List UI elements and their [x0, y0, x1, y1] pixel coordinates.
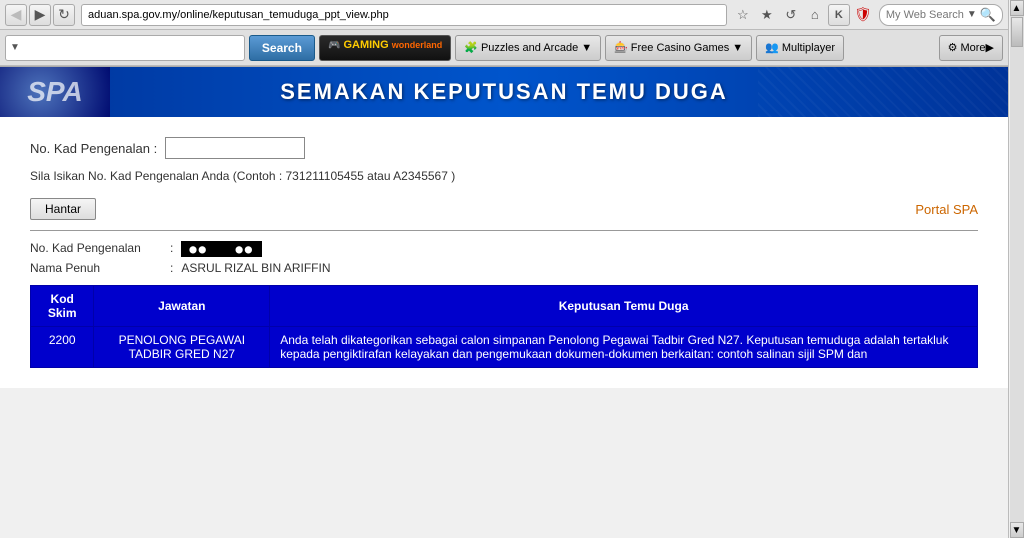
search-go-icon[interactable]: 🔍	[980, 7, 996, 23]
ic-form-row: No. Kad Pengenalan :	[30, 137, 978, 159]
gaming-wonderland-button[interactable]: 🎮 GAMING wonderland	[319, 35, 451, 61]
result-ic-label: No. Kad Pengenalan	[30, 241, 170, 257]
scroll-down-button[interactable]: ▼	[1010, 522, 1024, 538]
result-ic-colon: :	[170, 241, 173, 257]
multiplayer-icon: 👥	[765, 41, 779, 54]
spa-logo: SPA	[0, 67, 110, 117]
gaming-icon: 🎮	[328, 40, 340, 51]
portal-spa-link[interactable]: Portal SPA	[915, 202, 978, 217]
gaming-sub-label: wonderland	[392, 40, 443, 50]
casino-label: Free Casino Games	[631, 42, 729, 54]
bookmark-filled-icon: ★	[756, 4, 778, 26]
result-name-value: ASRUL RIZAL BIN ARIFFIN	[181, 261, 330, 275]
more-button[interactable]: ⚙ More▶	[939, 35, 1003, 61]
form-actions: Hantar Portal SPA	[30, 198, 978, 220]
table-header-kod-skim: Kod Skim	[31, 286, 94, 327]
page-title: SEMAKAN KEPUTUSAN TEMU DUGA	[280, 79, 728, 105]
table-header-keputusan: Keputusan Temu Duga	[270, 286, 978, 327]
main-content: No. Kad Pengenalan : Sila Isikan No. Kad…	[0, 117, 1008, 388]
antivirus-icon[interactable]: 🛡	[852, 4, 874, 26]
scroll-thumb[interactable]	[1011, 17, 1023, 47]
address-bar[interactable]	[81, 4, 727, 26]
search-button[interactable]: Search	[249, 35, 315, 61]
multiplayer-button[interactable]: 👥 Multiplayer	[756, 35, 844, 61]
more-label: More▶	[960, 41, 994, 54]
search-input[interactable]	[20, 41, 240, 55]
scroll-track	[1010, 16, 1024, 522]
puzzles-label: Puzzles and Arcade	[481, 42, 578, 54]
ic-label: No. Kad Pengenalan :	[30, 141, 157, 156]
bookmark-icon[interactable]: ☆	[732, 4, 754, 26]
result-section: No. Kad Pengenalan : ●● ●● Nama Penuh : …	[30, 241, 978, 275]
result-name-row: Nama Penuh : ASRUL RIZAL BIN ARIFFIN	[30, 261, 978, 275]
forward-button[interactable]: ▶	[29, 4, 51, 26]
scroll-up-button[interactable]: ▲	[1010, 0, 1024, 16]
scrollbar: ▲ ▼	[1008, 0, 1024, 538]
search-dropdown-icon[interactable]: ▼	[967, 9, 977, 20]
table-cell-keputusan: Anda telah dikategorikan sebagai calon s…	[270, 327, 978, 368]
table-row: 2200 PENOLONG PEGAWAI TADBIR GRED N27 An…	[31, 327, 978, 368]
home-icon[interactable]: ⌂	[804, 4, 826, 26]
casino-arrow-icon: ▼	[732, 42, 743, 54]
back-button[interactable]: ◀	[5, 4, 27, 26]
results-table: Kod Skim Jawatan Keputusan Temu Duga 220…	[30, 285, 978, 368]
hint-text: Sila Isikan No. Kad Pengenalan Anda (Con…	[30, 169, 978, 183]
result-ic-row: No. Kad Pengenalan : ●● ●●	[30, 241, 978, 257]
table-header-jawatan: Jawatan	[94, 286, 270, 327]
gear-icon: ⚙	[948, 41, 958, 54]
result-ic-value: ●● ●●	[181, 241, 262, 257]
free-casino-games-button[interactable]: 🎰 Free Casino Games ▼	[605, 35, 752, 61]
web-search-label: My Web Search	[886, 9, 964, 21]
search-dropdown-btn[interactable]: ▼	[10, 42, 20, 53]
result-name-label: Nama Penuh	[30, 261, 170, 275]
ic-input[interactable]	[165, 137, 305, 159]
casino-icon: 🎰	[614, 41, 628, 54]
puzzles-arcade-button[interactable]: 🧩 Puzzles and Arcade ▼	[455, 35, 601, 61]
puzzles-icon: 🧩	[464, 41, 478, 54]
puzzles-arrow-icon: ▼	[581, 42, 592, 54]
table-cell-kod-skim: 2200	[31, 327, 94, 368]
banner-decoration	[758, 67, 1008, 117]
result-name-colon: :	[170, 261, 173, 275]
table-cell-jawatan: PENOLONG PEGAWAI TADBIR GRED N27	[94, 327, 270, 368]
page-banner: SPA SEMAKAN KEPUTUSAN TEMU DUGA	[0, 67, 1008, 117]
gaming-label: GAMING	[343, 39, 388, 51]
multiplayer-label: Multiplayer	[782, 42, 835, 54]
keyboard-icon[interactable]: K	[828, 4, 850, 26]
refresh-icon[interactable]: ↺	[780, 4, 802, 26]
divider	[30, 230, 978, 231]
reload-button[interactable]: ↻	[53, 4, 75, 26]
hantar-button[interactable]: Hantar	[30, 198, 96, 220]
